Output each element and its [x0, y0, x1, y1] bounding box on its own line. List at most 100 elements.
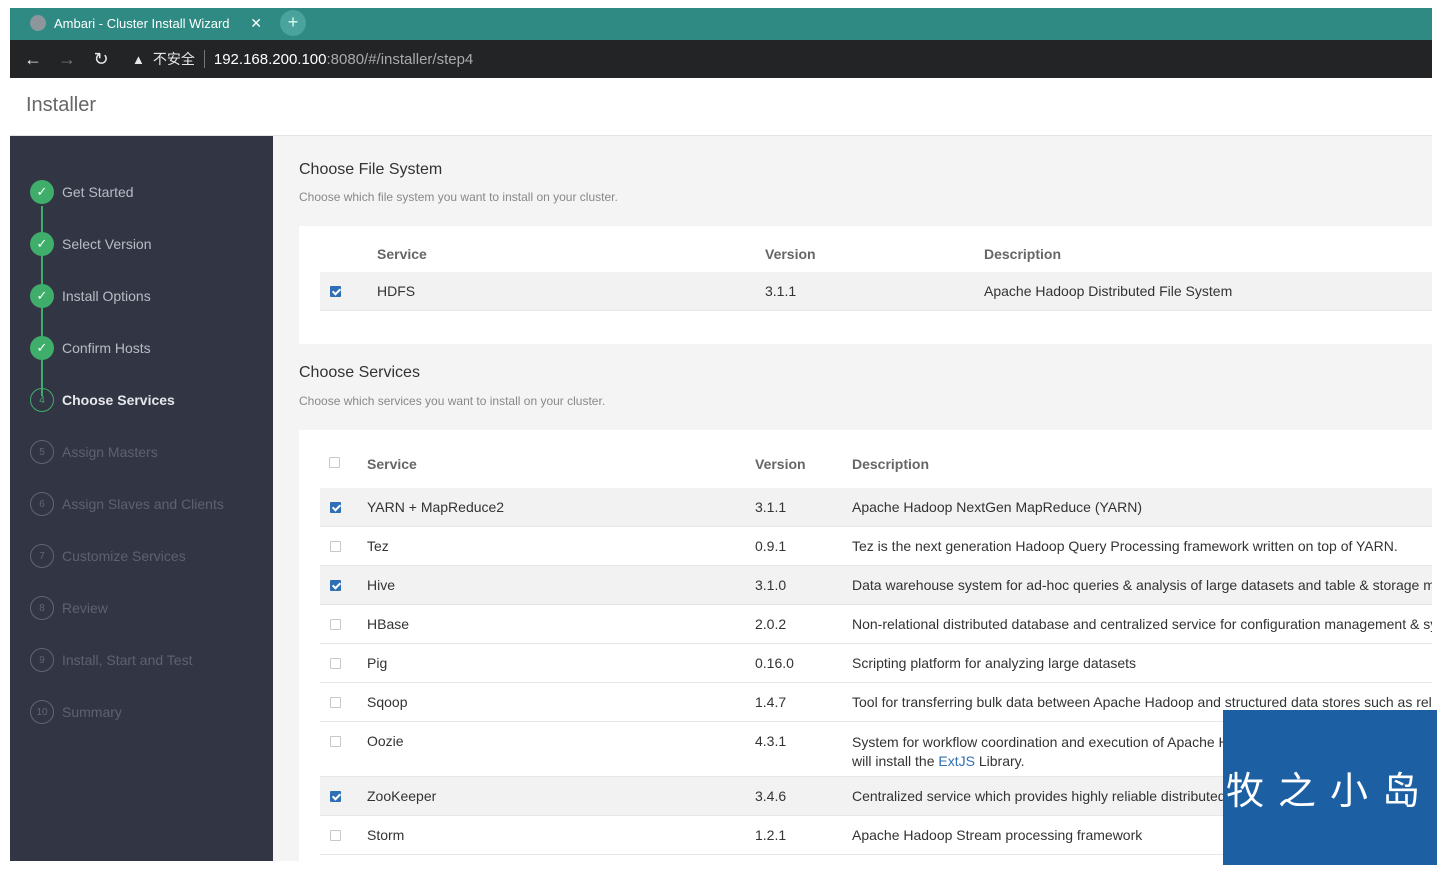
service-checkbox[interactable] — [330, 791, 341, 802]
svc-header-version: Version — [755, 456, 806, 472]
insecure-label[interactable]: 不安全 — [153, 49, 195, 69]
table-row[interactable]: HDFS 3.1.1 Apache Hadoop Distributed File … — [320, 272, 1432, 311]
tab-close-icon[interactable]: ✕ — [250, 15, 262, 32]
fs-header-service: Service — [377, 246, 427, 262]
check-icon: ✓ — [30, 284, 54, 308]
service-description: Scripting platform for analyzing large d… — [852, 655, 1137, 671]
description-text: will install the — [852, 753, 939, 769]
description-text: System for workflow coordination and exe… — [852, 734, 1229, 750]
step-label: Choose Services — [62, 392, 175, 408]
service-name: Tez — [367, 538, 389, 554]
service-checkbox[interactable] — [330, 502, 341, 513]
step-number: 7 — [30, 544, 54, 568]
browser-window: Ambari - Cluster Install Wizard ✕ + ← → … — [10, 8, 1432, 861]
service-checkbox[interactable] — [330, 541, 341, 552]
step-label: Customize Services — [62, 548, 186, 564]
url-host[interactable]: 192.168.200.100 — [214, 51, 327, 68]
step-label: Install Options — [62, 288, 151, 304]
sidebar-step: 8 Review — [30, 593, 108, 623]
service-version: 3.4.6 — [755, 788, 787, 804]
table-row[interactable]: YARN + MapReduce2 3.1.1 Apache Hadoop Next… — [320, 488, 1432, 527]
service-version: 1.2.1 — [755, 827, 787, 843]
svc-header-description: Description — [852, 456, 930, 472]
step-label: Install, Start and Test — [62, 652, 193, 668]
service-checkbox[interactable] — [330, 736, 341, 747]
page-title: Installer — [26, 94, 97, 116]
browser-tab[interactable]: Ambari - Cluster Install Wizard ✕ — [24, 10, 272, 36]
wizard-sidebar: ✓ Get Started ✓ Select Version ✓ Install Opti… — [10, 136, 273, 861]
step-number: 8 — [30, 596, 54, 620]
check-icon: ✓ — [30, 180, 54, 204]
service-checkbox[interactable] — [330, 830, 341, 841]
service-name: Storm — [367, 827, 405, 843]
fs-header-description: Description — [984, 246, 1062, 262]
service-description: Non-relational distributed database and … — [852, 616, 1432, 632]
sidebar-step: 5 Assign Masters — [30, 437, 158, 467]
service-name: ZooKeeper — [367, 788, 437, 804]
check-icon: ✓ — [30, 336, 54, 360]
service-name: HDFS — [377, 283, 416, 299]
sidebar-step: 10 Summary — [30, 697, 122, 727]
service-name: Pig — [367, 655, 388, 671]
step-number: 5 — [30, 440, 54, 464]
service-version: 2.0.2 — [755, 616, 787, 632]
step-number: 4 — [30, 388, 54, 412]
description-text: Library. — [974, 753, 1025, 769]
ambari-favicon-icon — [30, 15, 46, 31]
service-checkbox[interactable] — [330, 286, 341, 297]
service-description: System for workflow coordination and exe… — [852, 733, 1229, 771]
reload-icon[interactable]: ↻ — [84, 49, 118, 70]
step-label: Confirm Hosts — [62, 340, 151, 356]
service-description: Apache Hadoop NextGen MapReduce (YARN) — [852, 499, 1143, 515]
forward-arrow-icon[interactable]: → — [50, 49, 84, 70]
filesystem-subtitle: Choose which file system you want to ins… — [299, 190, 618, 204]
table-row[interactable]: HBase 2.0.2 Non-relational distributed dat… — [320, 605, 1432, 644]
service-name: Hive — [367, 577, 396, 593]
service-version: 0.9.1 — [755, 538, 787, 554]
service-checkbox[interactable] — [330, 580, 341, 591]
address-divider — [203, 50, 205, 68]
service-checkbox[interactable] — [330, 619, 341, 630]
service-version: 3.1.1 — [765, 283, 797, 299]
warning-icon[interactable]: ▲ — [132, 52, 145, 67]
table-row[interactable]: Hive 3.1.0 Data warehouse system for ad-ho… — [320, 566, 1432, 605]
service-description: Data warehouse system for ad-hoc queries… — [852, 577, 1432, 593]
url-path[interactable]: :8080/#/installer/step4 — [327, 51, 474, 68]
filesystem-title: Choose File System — [299, 161, 443, 178]
step-label: Select Version — [62, 236, 152, 252]
service-checkbox[interactable] — [330, 697, 341, 708]
service-version: 4.3.1 — [755, 733, 787, 749]
new-tab-button[interactable]: + — [280, 10, 306, 36]
sidebar-step[interactable]: ✓ Get Started — [30, 177, 134, 207]
step-label: Review — [62, 600, 108, 616]
service-name: Sqoop — [367, 694, 408, 710]
check-icon: ✓ — [30, 232, 54, 256]
sidebar-step: 7 Customize Services — [30, 541, 186, 571]
back-arrow-icon[interactable]: ← — [16, 49, 50, 70]
service-description: Centralized service which provides highl… — [852, 788, 1226, 804]
sidebar-step[interactable]: ✓ Install Options — [30, 281, 151, 311]
step-label: Assign Masters — [62, 444, 158, 460]
browser-tab-bar: Ambari - Cluster Install Wizard ✕ + — [10, 8, 1432, 40]
table-row[interactable]: Pig 0.16.0 Scripting platform for analyzin… — [320, 644, 1432, 683]
table-row[interactable]: Tez 0.9.1 Tez is the next generation Hadoo… — [320, 527, 1432, 566]
app-header: Installer — [10, 78, 1432, 136]
service-name: YARN + MapReduce2 — [367, 499, 505, 515]
service-version: 3.1.1 — [755, 499, 787, 515]
step-number: 6 — [30, 492, 54, 516]
services-title: Choose Services — [299, 364, 420, 381]
service-checkbox[interactable] — [330, 658, 341, 669]
step-label: Get Started — [62, 184, 134, 200]
watermark-logo: 牧之小岛 — [1223, 710, 1437, 865]
service-version: 3.1.0 — [755, 577, 787, 593]
sidebar-step[interactable]: ✓ Confirm Hosts — [30, 333, 151, 363]
sidebar-step[interactable]: ✓ Select Version — [30, 229, 152, 259]
extjs-link[interactable]: ExtJS — [938, 753, 975, 769]
sidebar-step: 6 Assign Slaves and Clients — [30, 489, 224, 519]
svc-header-service: Service — [367, 456, 417, 472]
service-description: Tool for transferring bulk data between … — [852, 694, 1432, 710]
service-name: Oozie — [367, 733, 404, 749]
select-all-checkbox[interactable] — [329, 457, 340, 468]
sidebar-step[interactable]: 4 Choose Services — [30, 385, 175, 415]
service-description: Apache Hadoop Stream processing framewor… — [852, 827, 1143, 843]
